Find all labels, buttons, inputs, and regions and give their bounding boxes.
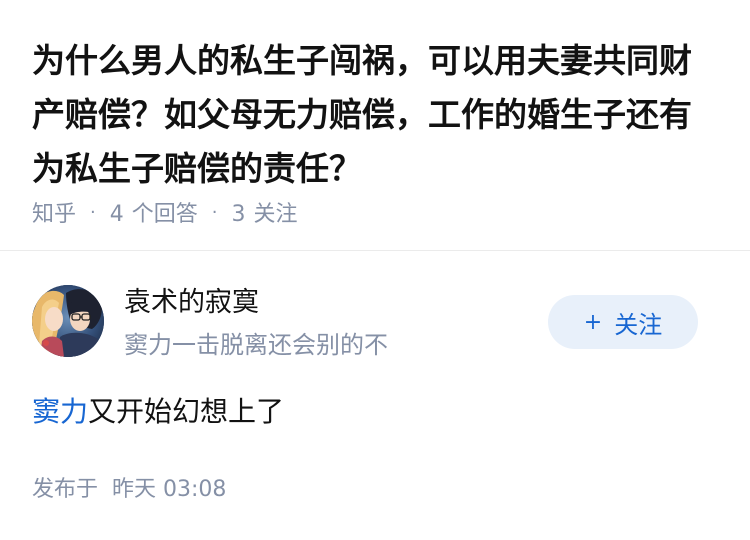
follow-button-label: 关注 [614,310,663,339]
meta-separator: · [211,201,218,223]
answer-count-unit: 个回答 [131,202,198,227]
answer-card: 袁术的寂寞 窦力一击脱离还会别的不 + 关注 窦力又开始幻想上了 发布于 昨天 0… [0,251,750,540]
source-label[interactable]: 知乎 [32,196,76,228]
publish-time: 昨天 03:08 [112,477,227,502]
question-title[interactable]: 为什么男人的私生子闯祸，可以用夫妻共同财产赔偿？如父母无力赔偿，工作的婚生子还有… [32,34,722,196]
answer-timestamp: 发布于 昨天 03:08 [32,475,226,505]
mention-link[interactable]: 窦力 [32,395,88,428]
answer-text: 又开始幻想上了 [88,395,285,428]
author-bio: 窦力一击脱离还会别的不 [124,331,388,359]
avatar[interactable] [32,285,104,357]
follow-count-link[interactable]: 3 关注 [232,196,298,228]
plus-icon: + [583,309,603,335]
follow-count: 3 [231,202,246,227]
answer-count: 4 [109,202,124,227]
question-card: 为什么男人的私生子闯祸，可以用夫妻共同财产赔偿？如父母无力赔偿，工作的婚生子还有… [0,0,750,250]
author-name[interactable]: 袁术的寂寞 [124,285,259,321]
follow-button[interactable]: + 关注 [548,295,698,349]
anime-avatar-icon [32,285,104,357]
publish-label: 发布于 [32,477,99,502]
answer-content[interactable]: 窦力又开始幻想上了 [32,393,284,431]
question-meta: 知乎 · 4 个回答 · 3 关注 [32,196,298,228]
follow-count-unit: 关注 [253,202,298,227]
meta-separator: · [90,201,96,223]
answer-count-link[interactable]: 4 个回答 [110,196,198,228]
